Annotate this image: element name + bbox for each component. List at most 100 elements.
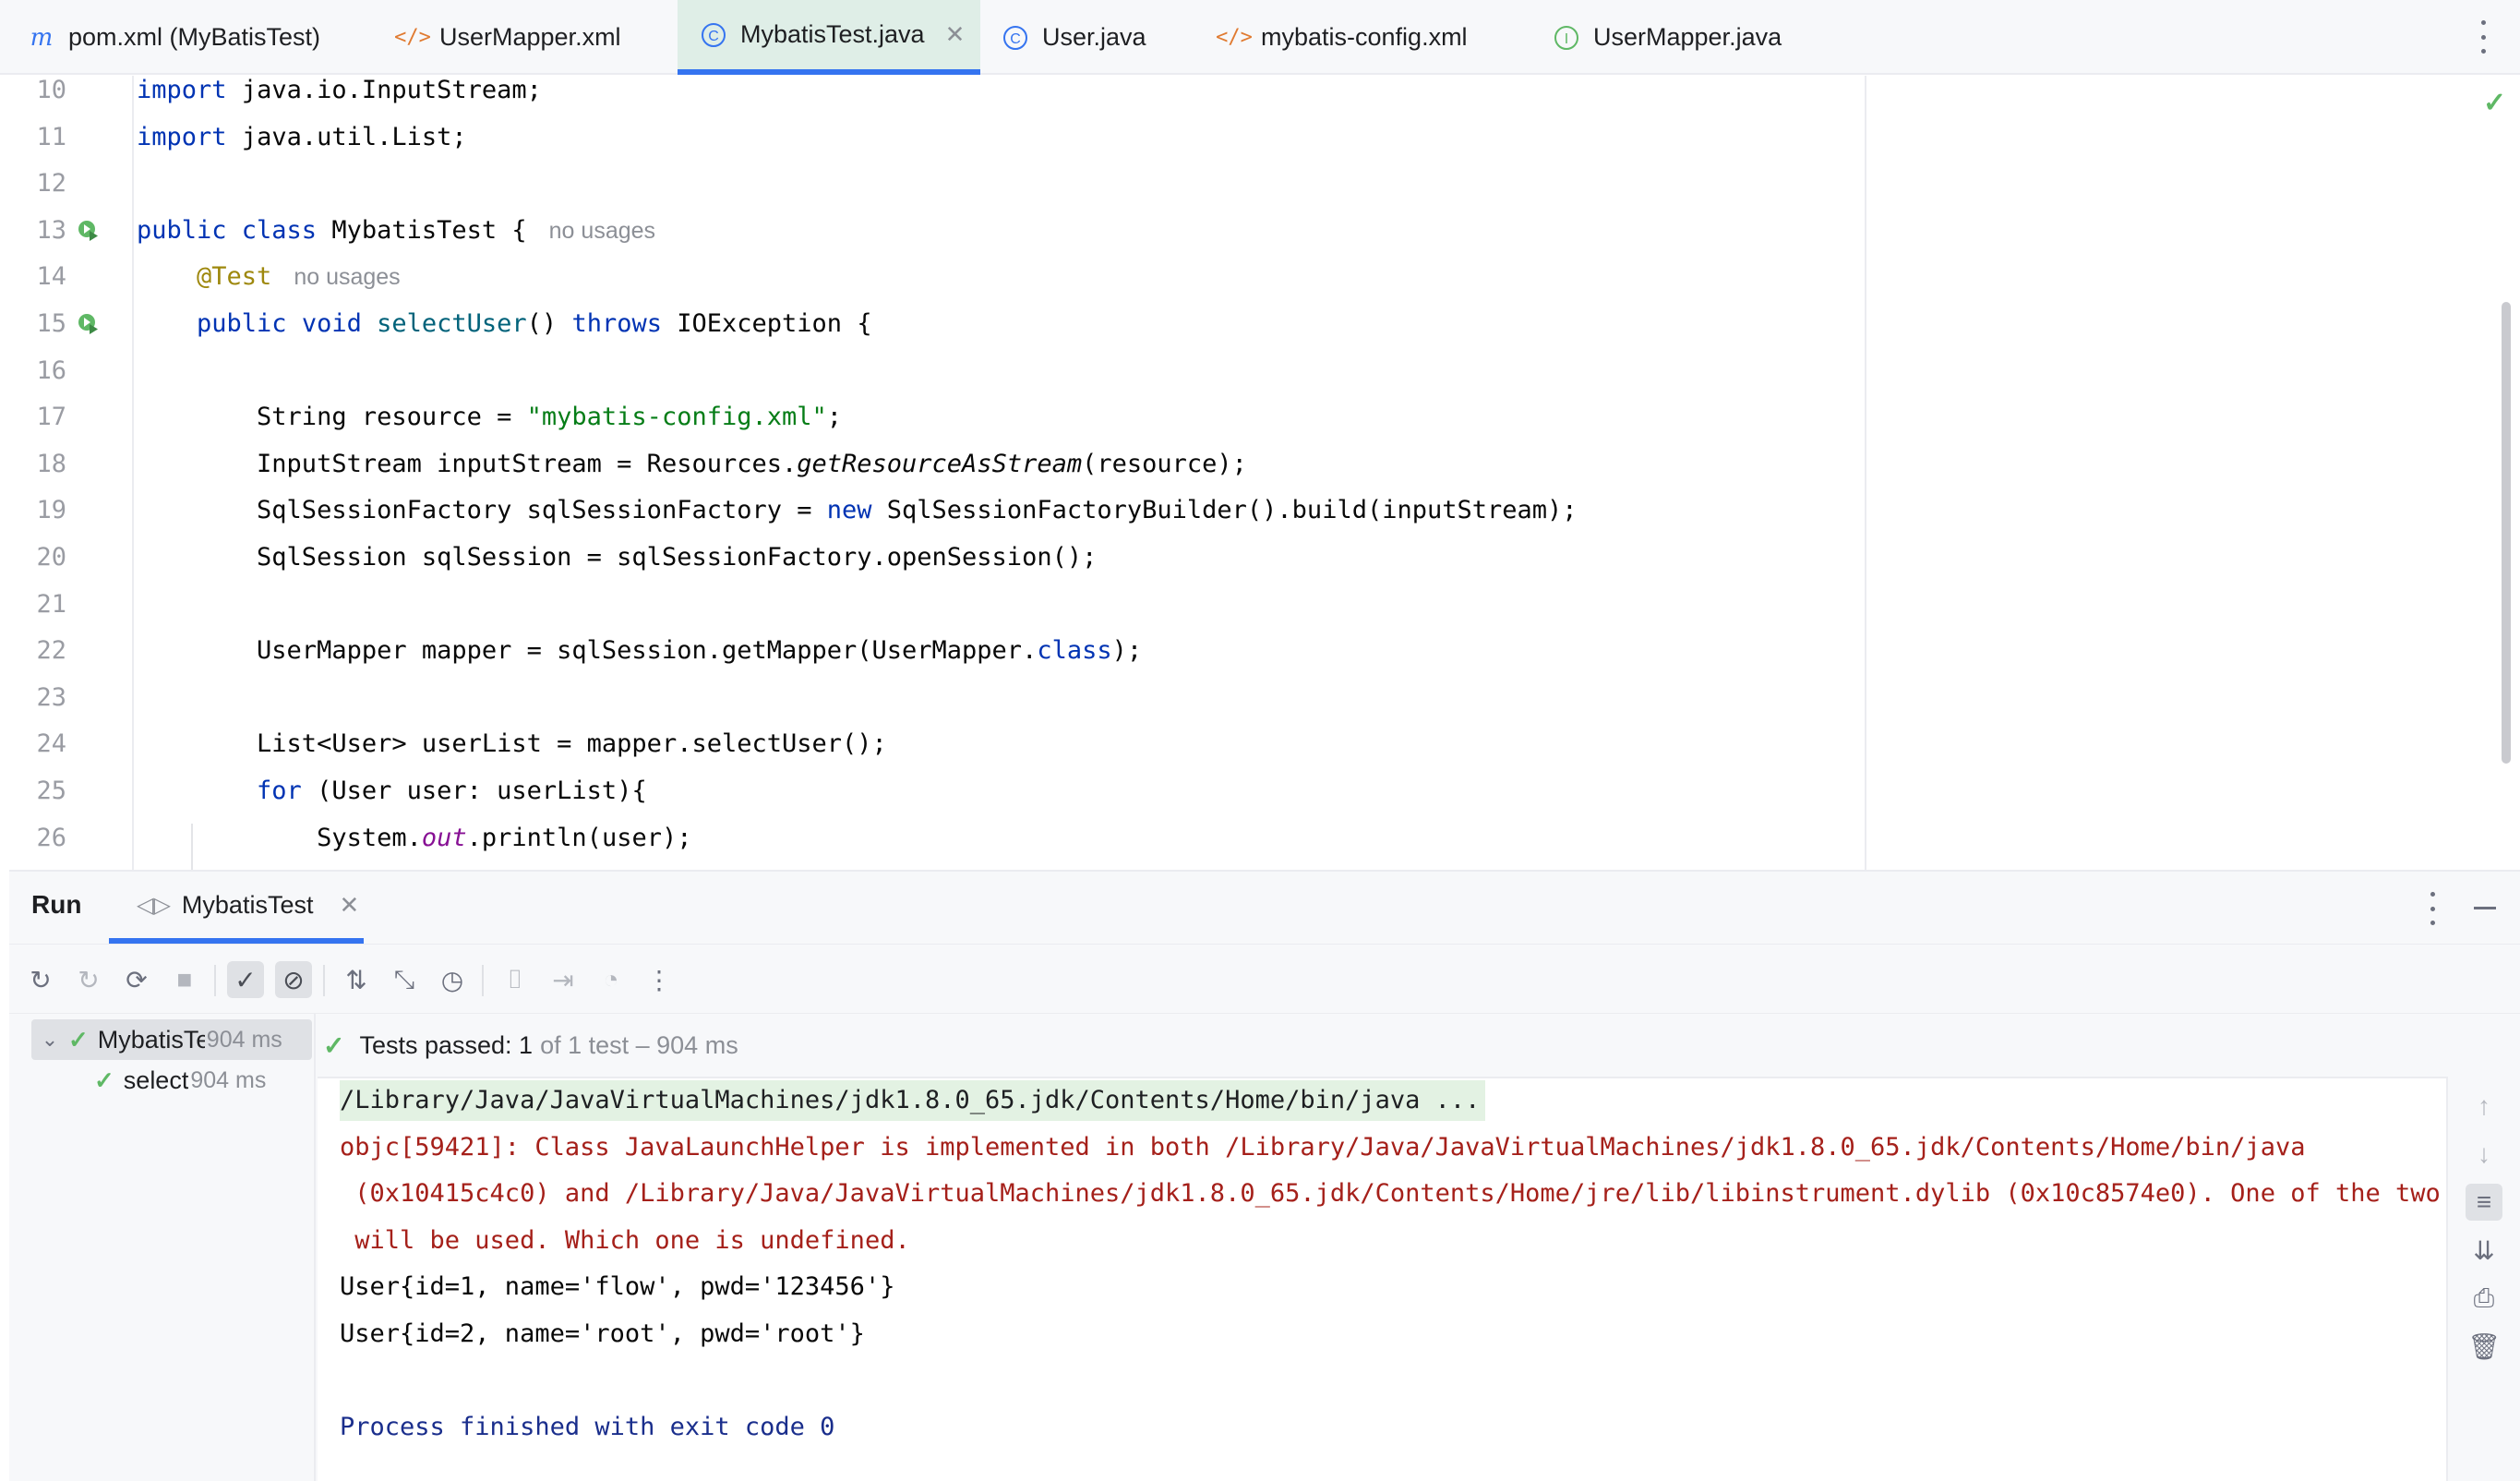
code-text: UserMapper mapper = sqlSession.getMapper… — [137, 631, 1142, 671]
trash-icon[interactable]: 🗑 — [2466, 1328, 2502, 1365]
code-token: class — [1037, 636, 1112, 666]
show-ignored-icon[interactable]: ⊘ — [275, 961, 312, 998]
test-tree-row-method[interactable]: ✓ select 904 ms — [9, 1060, 266, 1101]
tab-mybatistest-java[interactable]: C MybatisTest.java ✕ — [678, 0, 980, 75]
code-token: import — [137, 76, 227, 104]
code-token: ); — [1111, 636, 1143, 666]
svg-text:C: C — [708, 29, 719, 44]
toolbar-separator — [323, 965, 325, 996]
line-number: 19 — [36, 496, 66, 525]
code-token: (User user: userList){ — [301, 777, 647, 805]
code-token: InputStream inputStream = Resources. — [137, 449, 798, 478]
tab-usermapper-xml[interactable]: </> UserMapper.xml — [394, 0, 620, 75]
rerun-failed-icon[interactable]: ↻ — [70, 961, 107, 998]
show-passed-icon[interactable]: ✓ — [227, 961, 264, 998]
rerun-icon[interactable]: ↻ — [22, 961, 59, 998]
code-line: 26 System.out.println(user); — [9, 818, 1855, 859]
code-line: 11 import java.util.List; — [9, 117, 1855, 158]
sort-alphabetically-icon[interactable]: ⇅ — [338, 961, 375, 998]
usage-hint[interactable]: no usages — [294, 264, 400, 290]
code-line: 15 public void selectUser() throws IOExc… — [9, 304, 1855, 344]
tab-label: UserMapper.java — [1593, 23, 1782, 51]
more-options-icon[interactable] — [2474, 20, 2492, 54]
tab-usermapper-java[interactable]: I UserMapper.java — [1553, 0, 1782, 75]
line-number: 23 — [36, 682, 66, 712]
line-number: 14 — [36, 262, 66, 292]
import-tests-icon[interactable]: ⇥ — [545, 961, 582, 998]
toolbar-separator — [214, 965, 216, 996]
console-line: User{id=2, name='root', pwd='root'} — [340, 1319, 865, 1348]
console-line: Process finished with exit code 0 — [340, 1413, 835, 1442]
code-token: ; — [826, 403, 843, 432]
xml-icon: </> — [1216, 26, 1253, 49]
line-number: 24 — [36, 729, 66, 759]
test-history-icon[interactable]: ◷ — [434, 961, 471, 998]
run-test-icon[interactable] — [77, 312, 101, 336]
test-time: 904 ms — [206, 1026, 282, 1053]
console-line: objc[59421]: Class JavaLaunchHelper is i… — [340, 1132, 2306, 1162]
code-token: SqlSession sqlSession = sqlSessionFactor… — [137, 543, 1098, 572]
tab-pom-xml[interactable]: m pom.xml (MyBatisTest) — [28, 0, 320, 75]
code-line: 16 — [9, 351, 1855, 391]
code-token: new — [826, 496, 872, 525]
close-icon[interactable]: ✕ — [945, 20, 966, 49]
right-margin-guide — [1865, 76, 1866, 870]
chevron-down-icon[interactable]: ⌄ — [31, 1028, 68, 1052]
arrow-up-icon[interactable]: ↑ — [2466, 1088, 2502, 1125]
code-token: MybatisTest { — [317, 215, 527, 245]
test-tree-row-class[interactable]: ⌄ ✓ MybatisTe 904 ms — [31, 1019, 312, 1060]
camera-icon[interactable]: ⌷ — [497, 961, 534, 998]
more-actions-icon[interactable]: ⋮ — [641, 961, 678, 998]
run-config-tab[interactable]: ◁▷ MybatisTest ✕ — [109, 872, 364, 944]
console-line: (0x10415c4c0) and /Library/Java/JavaVirt… — [340, 1179, 2441, 1209]
code-token: UserMapper mapper = sqlSession.getMapper… — [137, 636, 1038, 666]
arrow-down-icon[interactable]: ↓ — [2466, 1136, 2502, 1173]
interface-icon: I — [1553, 24, 1580, 52]
usage-hint[interactable]: no usages — [549, 218, 655, 244]
coverage-icon[interactable]: ◔ — [593, 961, 630, 998]
stop-icon[interactable]: ■ — [166, 961, 203, 998]
run-panel-title: Run — [31, 890, 82, 919]
panel-options-icon[interactable] — [2423, 892, 2442, 925]
collapse-all-icon[interactable]: ⤡ — [386, 961, 423, 998]
editor-scrollbar[interactable] — [2502, 302, 2511, 764]
code-text: public void selectUser() throws IOExcept… — [137, 304, 872, 344]
tab-user-java[interactable]: C User.java — [1002, 0, 1146, 75]
line-number: 21 — [36, 589, 66, 619]
toggle-auto-test-icon[interactable]: ⟳ — [118, 961, 155, 998]
line-number: 20 — [36, 543, 66, 572]
line-number: 13 — [36, 215, 66, 245]
line-number: 12 — [36, 169, 66, 199]
inspection-ok-icon[interactable]: ✓ — [2483, 87, 2506, 119]
check-icon: ✓ — [68, 1025, 89, 1054]
line-number: 11 — [36, 122, 66, 151]
code-token: "mybatis-config.xml" — [526, 403, 827, 432]
console-output[interactable]: /Library/Java/JavaVirtualMachines/jdk1.8… — [318, 1077, 2448, 1481]
code-token: getResourceAsStream — [797, 449, 1083, 478]
code-editor[interactable]: 10 import java.io.InputStream; 11 import ja… — [9, 76, 2520, 870]
minimize-icon[interactable] — [2474, 907, 2496, 909]
status-detail: of 1 test – 904 ms — [540, 1030, 738, 1059]
test-config-icon: ◁▷ — [137, 892, 171, 918]
close-icon[interactable]: ✕ — [339, 891, 359, 920]
code-text: System.out.println(user); — [137, 818, 691, 859]
code-token: java.io.InputStream; — [241, 76, 542, 104]
code-text: List<User> userList = mapper.selectUser(… — [137, 724, 887, 765]
scroll-to-end-icon[interactable]: ⇊ — [2466, 1232, 2502, 1269]
print-icon[interactable]: ⎙ — [2466, 1280, 2502, 1317]
run-test-icon[interactable] — [77, 219, 101, 243]
run-tab-label: MybatisTest — [181, 890, 314, 919]
code-token: java.util.List; — [241, 122, 467, 151]
run-panel-header: Run ◁▷ MybatisTest ✕ — [9, 872, 2520, 944]
code-text: @Test no usages — [137, 257, 401, 297]
line-number: 10 — [36, 76, 66, 104]
code-token: SqlSessionFactoryBuilder().build(inputSt… — [871, 496, 1578, 525]
soft-wrap-icon[interactable]: ≡ — [2466, 1184, 2502, 1221]
console-line: User{id=1, name='flow', pwd='123456'} — [340, 1272, 895, 1302]
tab-mybatis-config-xml[interactable]: </> mybatis-config.xml — [1216, 0, 1467, 75]
code-text: String resource = "mybatis-config.xml"; — [137, 397, 842, 438]
code-token: System. — [137, 823, 422, 852]
console-side-toolbar: ↑ ↓ ≡ ⇊ ⎙ 🗑 — [2448, 1077, 2520, 1481]
code-token: List<User> userList = mapper.selectUser(… — [137, 729, 887, 759]
